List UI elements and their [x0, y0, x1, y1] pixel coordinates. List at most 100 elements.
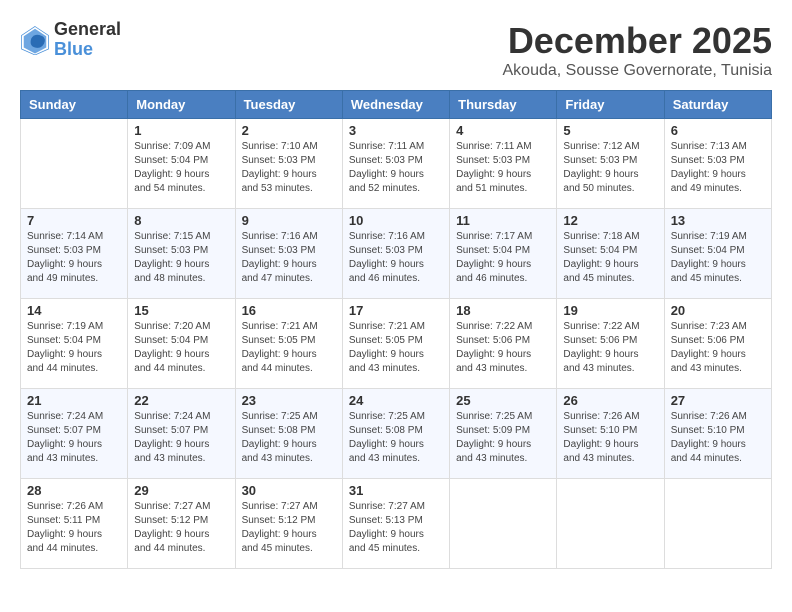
day-info: Sunrise: 7:11 AMSunset: 5:03 PMDaylight:… — [456, 141, 531, 194]
day-info: Sunrise: 7:19 AMSunset: 5:04 PMDaylight:… — [27, 321, 103, 374]
calendar-body: 1 Sunrise: 7:09 AMSunset: 5:04 PMDayligh… — [21, 119, 772, 569]
calendar-cell — [557, 479, 664, 569]
day-number: 24 — [349, 393, 443, 408]
day-number: 29 — [134, 483, 228, 498]
calendar-cell: 9 Sunrise: 7:16 AMSunset: 5:03 PMDayligh… — [235, 209, 342, 299]
calendar-cell: 7 Sunrise: 7:14 AMSunset: 5:03 PMDayligh… — [21, 209, 128, 299]
day-number: 12 — [563, 213, 657, 228]
day-number: 3 — [349, 123, 443, 138]
day-info: Sunrise: 7:27 AMSunset: 5:12 PMDaylight:… — [134, 501, 210, 554]
calendar-cell — [450, 479, 557, 569]
logo-general-text: General — [54, 20, 121, 40]
day-number: 23 — [242, 393, 336, 408]
day-info: Sunrise: 7:21 AMSunset: 5:05 PMDaylight:… — [242, 321, 318, 374]
calendar-cell: 27 Sunrise: 7:26 AMSunset: 5:10 PMDaylig… — [664, 389, 771, 479]
calendar-cell: 5 Sunrise: 7:12 AMSunset: 5:03 PMDayligh… — [557, 119, 664, 209]
calendar-cell: 6 Sunrise: 7:13 AMSunset: 5:03 PMDayligh… — [664, 119, 771, 209]
day-number: 9 — [242, 213, 336, 228]
calendar-cell: 1 Sunrise: 7:09 AMSunset: 5:04 PMDayligh… — [128, 119, 235, 209]
day-info: Sunrise: 7:27 AMSunset: 5:12 PMDaylight:… — [242, 501, 318, 554]
day-number: 16 — [242, 303, 336, 318]
calendar-cell: 30 Sunrise: 7:27 AMSunset: 5:12 PMDaylig… — [235, 479, 342, 569]
day-number: 17 — [349, 303, 443, 318]
calendar-cell: 23 Sunrise: 7:25 AMSunset: 5:08 PMDaylig… — [235, 389, 342, 479]
day-number: 2 — [242, 123, 336, 138]
month-title: December 2025 — [503, 20, 773, 62]
day-number: 15 — [134, 303, 228, 318]
logo-icon — [20, 25, 50, 55]
day-number: 31 — [349, 483, 443, 498]
day-info: Sunrise: 7:19 AMSunset: 5:04 PMDaylight:… — [671, 231, 747, 284]
week-row-2: 7 Sunrise: 7:14 AMSunset: 5:03 PMDayligh… — [21, 209, 772, 299]
day-info: Sunrise: 7:14 AMSunset: 5:03 PMDaylight:… — [27, 231, 103, 284]
weekday-row: Sunday Monday Tuesday Wednesday Thursday… — [21, 91, 772, 119]
day-number: 11 — [456, 213, 550, 228]
col-tuesday: Tuesday — [235, 91, 342, 119]
calendar-cell: 3 Sunrise: 7:11 AMSunset: 5:03 PMDayligh… — [342, 119, 449, 209]
day-info: Sunrise: 7:09 AMSunset: 5:04 PMDaylight:… — [134, 141, 210, 194]
col-friday: Friday — [557, 91, 664, 119]
calendar-cell: 17 Sunrise: 7:21 AMSunset: 5:05 PMDaylig… — [342, 299, 449, 389]
day-number: 19 — [563, 303, 657, 318]
calendar-cell: 20 Sunrise: 7:23 AMSunset: 5:06 PMDaylig… — [664, 299, 771, 389]
day-number: 21 — [27, 393, 121, 408]
day-number: 7 — [27, 213, 121, 228]
day-info: Sunrise: 7:24 AMSunset: 5:07 PMDaylight:… — [27, 411, 103, 464]
day-number: 1 — [134, 123, 228, 138]
calendar-cell: 16 Sunrise: 7:21 AMSunset: 5:05 PMDaylig… — [235, 299, 342, 389]
day-info: Sunrise: 7:16 AMSunset: 5:03 PMDaylight:… — [242, 231, 318, 284]
day-number: 8 — [134, 213, 228, 228]
day-info: Sunrise: 7:15 AMSunset: 5:03 PMDaylight:… — [134, 231, 210, 284]
week-row-5: 28 Sunrise: 7:26 AMSunset: 5:11 PMDaylig… — [21, 479, 772, 569]
day-number: 6 — [671, 123, 765, 138]
day-number: 25 — [456, 393, 550, 408]
calendar-cell: 12 Sunrise: 7:18 AMSunset: 5:04 PMDaylig… — [557, 209, 664, 299]
calendar-cell: 2 Sunrise: 7:10 AMSunset: 5:03 PMDayligh… — [235, 119, 342, 209]
calendar-cell: 15 Sunrise: 7:20 AMSunset: 5:04 PMDaylig… — [128, 299, 235, 389]
day-info: Sunrise: 7:22 AMSunset: 5:06 PMDaylight:… — [563, 321, 639, 374]
page-container: General Blue December 2025 Akouda, Souss… — [20, 20, 772, 569]
calendar-cell: 4 Sunrise: 7:11 AMSunset: 5:03 PMDayligh… — [450, 119, 557, 209]
calendar-cell: 10 Sunrise: 7:16 AMSunset: 5:03 PMDaylig… — [342, 209, 449, 299]
calendar-table: Sunday Monday Tuesday Wednesday Thursday… — [20, 90, 772, 569]
day-info: Sunrise: 7:25 AMSunset: 5:09 PMDaylight:… — [456, 411, 532, 464]
day-number: 13 — [671, 213, 765, 228]
week-row-4: 21 Sunrise: 7:24 AMSunset: 5:07 PMDaylig… — [21, 389, 772, 479]
day-number: 10 — [349, 213, 443, 228]
logo: General Blue — [20, 20, 121, 60]
calendar-cell: 29 Sunrise: 7:27 AMSunset: 5:12 PMDaylig… — [128, 479, 235, 569]
day-number: 28 — [27, 483, 121, 498]
logo-text: General Blue — [54, 20, 121, 60]
calendar-cell: 28 Sunrise: 7:26 AMSunset: 5:11 PMDaylig… — [21, 479, 128, 569]
calendar-cell: 11 Sunrise: 7:17 AMSunset: 5:04 PMDaylig… — [450, 209, 557, 299]
calendar-cell: 25 Sunrise: 7:25 AMSunset: 5:09 PMDaylig… — [450, 389, 557, 479]
col-wednesday: Wednesday — [342, 91, 449, 119]
calendar-cell — [664, 479, 771, 569]
day-info: Sunrise: 7:25 AMSunset: 5:08 PMDaylight:… — [349, 411, 425, 464]
calendar-header: Sunday Monday Tuesday Wednesday Thursday… — [21, 91, 772, 119]
day-number: 4 — [456, 123, 550, 138]
calendar-cell: 22 Sunrise: 7:24 AMSunset: 5:07 PMDaylig… — [128, 389, 235, 479]
day-number: 30 — [242, 483, 336, 498]
day-info: Sunrise: 7:13 AMSunset: 5:03 PMDaylight:… — [671, 141, 747, 194]
day-info: Sunrise: 7:18 AMSunset: 5:04 PMDaylight:… — [563, 231, 639, 284]
day-info: Sunrise: 7:24 AMSunset: 5:07 PMDaylight:… — [134, 411, 210, 464]
week-row-3: 14 Sunrise: 7:19 AMSunset: 5:04 PMDaylig… — [21, 299, 772, 389]
title-section: December 2025 Akouda, Sousse Governorate… — [503, 20, 773, 80]
day-info: Sunrise: 7:12 AMSunset: 5:03 PMDaylight:… — [563, 141, 639, 194]
calendar-cell: 24 Sunrise: 7:25 AMSunset: 5:08 PMDaylig… — [342, 389, 449, 479]
calendar-cell: 8 Sunrise: 7:15 AMSunset: 5:03 PMDayligh… — [128, 209, 235, 299]
calendar-cell: 31 Sunrise: 7:27 AMSunset: 5:13 PMDaylig… — [342, 479, 449, 569]
calendar-cell: 14 Sunrise: 7:19 AMSunset: 5:04 PMDaylig… — [21, 299, 128, 389]
calendar-cell: 26 Sunrise: 7:26 AMSunset: 5:10 PMDaylig… — [557, 389, 664, 479]
calendar-cell: 19 Sunrise: 7:22 AMSunset: 5:06 PMDaylig… — [557, 299, 664, 389]
day-info: Sunrise: 7:16 AMSunset: 5:03 PMDaylight:… — [349, 231, 425, 284]
location-title: Akouda, Sousse Governorate, Tunisia — [503, 62, 773, 80]
calendar-cell: 21 Sunrise: 7:24 AMSunset: 5:07 PMDaylig… — [21, 389, 128, 479]
day-number: 22 — [134, 393, 228, 408]
day-number: 18 — [456, 303, 550, 318]
week-row-1: 1 Sunrise: 7:09 AMSunset: 5:04 PMDayligh… — [21, 119, 772, 209]
day-info: Sunrise: 7:17 AMSunset: 5:04 PMDaylight:… — [456, 231, 532, 284]
calendar-cell: 18 Sunrise: 7:22 AMSunset: 5:06 PMDaylig… — [450, 299, 557, 389]
day-info: Sunrise: 7:20 AMSunset: 5:04 PMDaylight:… — [134, 321, 210, 374]
